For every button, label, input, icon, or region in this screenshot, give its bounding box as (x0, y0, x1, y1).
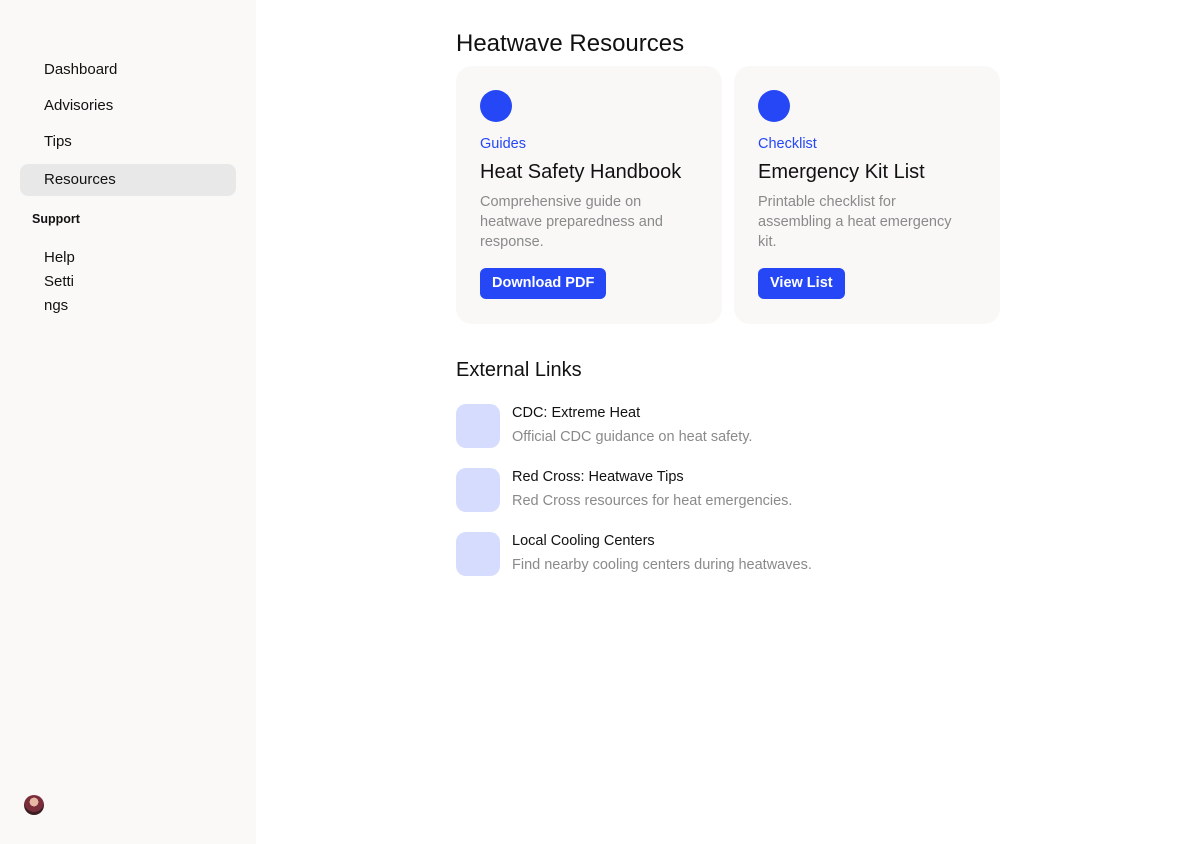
external-links-title: External Links (456, 359, 582, 381)
link-description: Red Cross resources for heat emergencies… (512, 493, 793, 509)
card-title: Emergency Kit List (758, 161, 925, 183)
external-link-cdc[interactable]: CDC: Extreme Heat Official CDC guidance … (456, 404, 1000, 448)
sidebar-item-dashboard[interactable]: Dashboard (20, 54, 236, 86)
circle-icon (480, 90, 512, 122)
link-description: Official CDC guidance on heat safety. (512, 429, 753, 445)
circle-icon (758, 90, 790, 122)
link-icon (456, 404, 500, 448)
page-title: Heatwave Resources (456, 30, 685, 57)
resource-card-kit-list: Checklist Emergency Kit List Printable c… (734, 66, 1000, 324)
sidebar-item-settings[interactable]: Settings (44, 270, 78, 318)
external-link-cooling-centers[interactable]: Local Cooling Centers Find nearby coolin… (456, 532, 1000, 576)
view-list-button[interactable]: View List (758, 268, 845, 299)
sidebar-section-support-label: Support (32, 212, 80, 226)
user-avatar[interactable] (24, 795, 44, 815)
link-title: Local Cooling Centers (512, 533, 655, 549)
link-icon (456, 468, 500, 512)
sidebar-item-tips[interactable]: Tips (20, 126, 236, 158)
link-title: CDC: Extreme Heat (512, 405, 641, 421)
resource-card-handbook: Guides Heat Safety Handbook Comprehensiv… (456, 66, 722, 324)
card-category: Checklist (758, 136, 817, 152)
card-description: Printable checklist for assembling a hea… (758, 194, 952, 250)
sidebar-item-advisories[interactable]: Advisories (20, 90, 236, 122)
card-category: Guides (480, 136, 526, 152)
card-title: Heat Safety Handbook (480, 161, 682, 183)
link-icon (456, 532, 500, 576)
download-pdf-button[interactable]: Download PDF (480, 268, 607, 299)
sidebar-item-help[interactable]: Help (44, 246, 75, 270)
sidebar-item-resources[interactable]: Resources (20, 164, 236, 196)
sidebar: Dashboard Advisories Tips Resources Supp… (0, 0, 256, 844)
card-description: Comprehensive guide on heatwave prepared… (480, 194, 663, 250)
link-description: Find nearby cooling centers during heatw… (512, 557, 812, 573)
external-link-red-cross[interactable]: Red Cross: Heatwave Tips Red Cross resou… (456, 468, 1000, 512)
link-title: Red Cross: Heatwave Tips (512, 469, 684, 485)
